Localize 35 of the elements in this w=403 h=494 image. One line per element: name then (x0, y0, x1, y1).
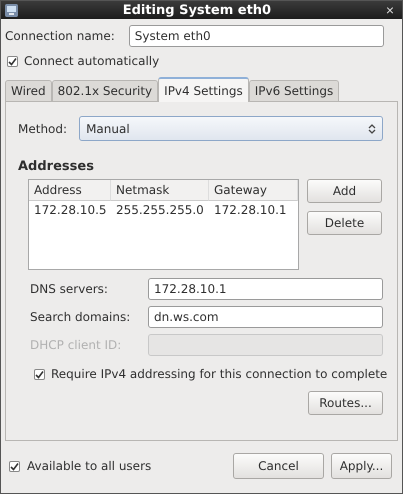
text-field[interactable]: 172.28.10.1 (148, 278, 383, 300)
field-label: DHCP client ID: (30, 338, 122, 352)
checkbox[interactable] (34, 368, 45, 380)
dialog-button[interactable]: Apply... (331, 453, 392, 479)
up-down-icon (368, 122, 376, 134)
tab[interactable]: Wired (5, 80, 52, 101)
table-cell-text: 172.28.10.1 (213, 202, 288, 219)
column-header[interactable]: Address (29, 180, 111, 201)
table-cell-text: 172.28.10.5 (33, 202, 108, 219)
tab[interactable]: 802.1x Security (52, 80, 158, 101)
table-action-button[interactable]: Delete (307, 211, 382, 235)
close-button[interactable]: × (384, 3, 396, 17)
dialog-button[interactable]: Cancel (233, 453, 324, 479)
column-header[interactable]: Netmask (111, 180, 209, 201)
checkbox-label: Require IPv4 addressing for this connection to complete (51, 367, 388, 381)
field-label: DNS servers: (30, 282, 109, 296)
checkbox-label: Available to all users (27, 459, 152, 473)
checkbox[interactable] (7, 56, 18, 66)
column-header[interactable]: Gateway (209, 180, 298, 201)
routes-button[interactable]: Routes... (308, 391, 383, 415)
table-cell-text: 255.255.255.0 (115, 202, 205, 219)
checkbox[interactable] (9, 460, 20, 472)
table-action-button[interactable]: Add (307, 179, 382, 203)
checkbox-label: Connect automatically (24, 54, 160, 68)
tab[interactable]: IPv6 Settings (248, 80, 340, 101)
field-label: Search domains: (30, 310, 132, 324)
window-title: Editing System eth0 (122, 2, 272, 18)
field-label: Method: (18, 122, 68, 136)
network-icon (5, 4, 18, 16)
field-label: Connection name: (5, 29, 115, 43)
method-dropdown[interactable]: Manual (79, 116, 383, 141)
section-heading: Addresses (18, 159, 95, 174)
connection-name-field[interactable]: System eth0 (128, 25, 384, 47)
text-field[interactable]: dn.ws.com (148, 306, 383, 328)
tab[interactable]: IPv4 Settings (158, 77, 249, 102)
